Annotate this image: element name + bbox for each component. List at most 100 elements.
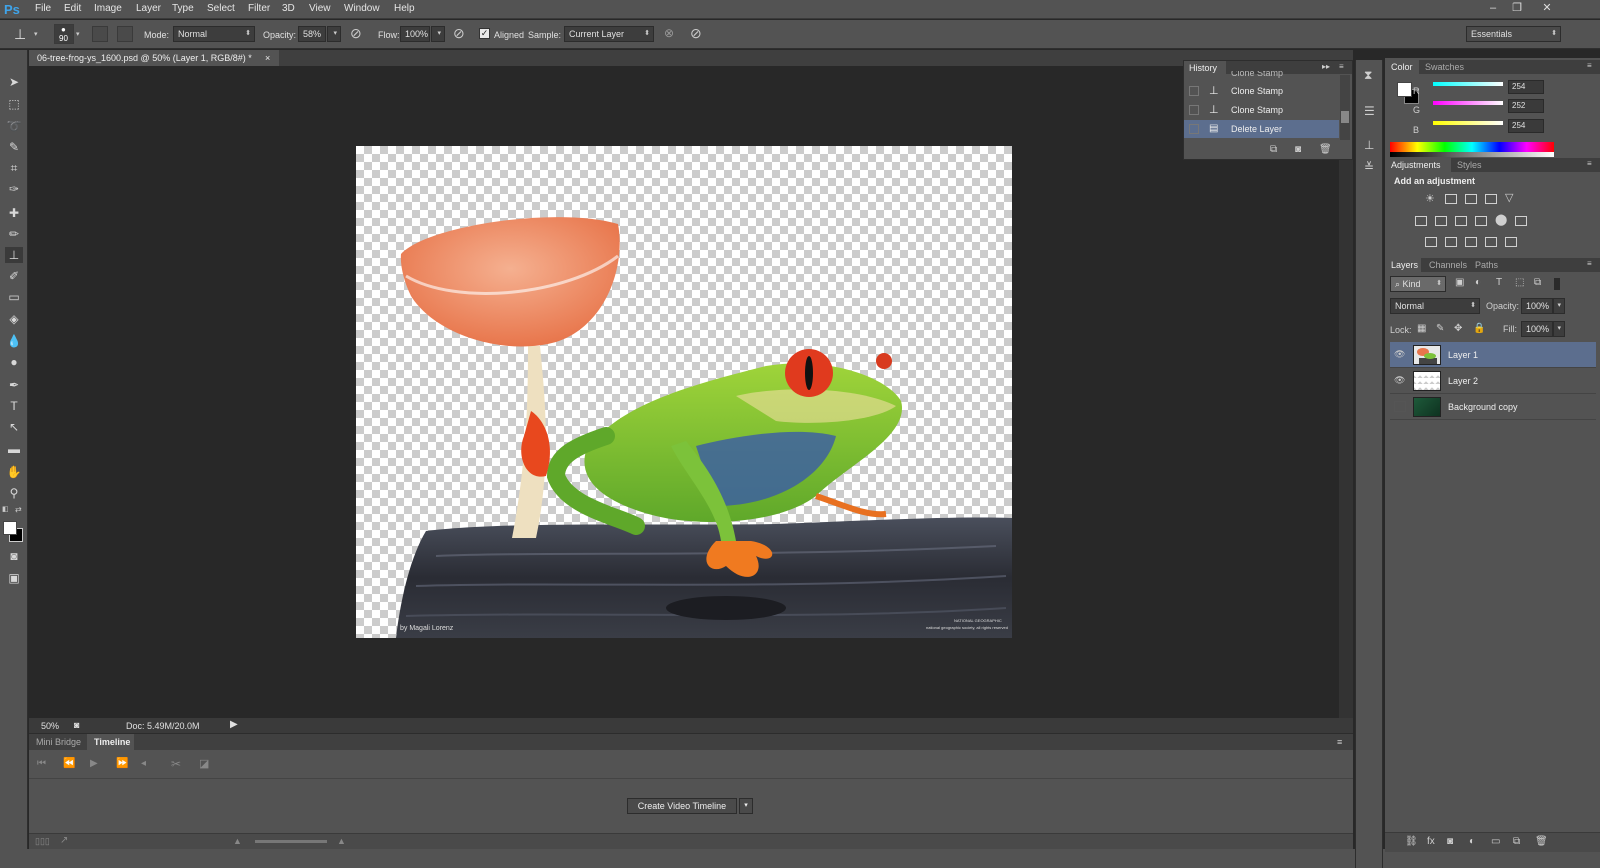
tab-mini-bridge[interactable]: Mini Bridge	[36, 737, 81, 747]
clone-stamp-tool-icon[interactable]: ⊥	[5, 247, 23, 263]
status-menu-arrow-icon[interactable]: ▶	[230, 719, 238, 730]
history-scrollbar[interactable]	[1340, 75, 1350, 140]
tab-adjustments[interactable]: Adjustments	[1391, 160, 1441, 170]
document-canvas[interactable]: by Magali Lorenz NATIONAL GEOGRAPHIC nat…	[356, 146, 1012, 638]
foreground-color-swatch[interactable]	[3, 521, 17, 535]
layer-row-background-copy[interactable]: Background copy	[1390, 394, 1596, 420]
timeline-type-dropdown[interactable]: ▾	[739, 798, 753, 814]
lock-transparent-icon[interactable]: ▦	[1417, 323, 1426, 334]
mode-dropdown[interactable]: Normal ⬍	[173, 26, 255, 42]
menu-3d[interactable]: 3D	[282, 3, 295, 14]
menu-file[interactable]: File	[35, 3, 51, 14]
color-lookup-icon[interactable]	[1515, 216, 1527, 226]
layer-opacity-slider-toggle[interactable]: ▾	[1553, 298, 1565, 314]
visibility-toggle-off[interactable]	[1394, 401, 1406, 412]
brightness-contrast-icon[interactable]: ☀	[1425, 192, 1435, 205]
swap-colors-icon[interactable]: ⇄	[15, 505, 22, 514]
hand-tool-icon[interactable]: ✋	[5, 464, 23, 480]
screen-mode-icon[interactable]: ▣	[5, 570, 23, 586]
color-spectrum-bar[interactable]	[1390, 142, 1554, 152]
new-layer-icon[interactable]: ⧉	[1513, 836, 1520, 847]
menu-window[interactable]: Window	[344, 3, 380, 14]
render-video-icon[interactable]: ↗	[60, 835, 68, 846]
black-white-icon[interactable]	[1455, 216, 1467, 226]
channel-b-input[interactable]: 254	[1508, 119, 1544, 133]
minimize-button[interactable]: –	[1482, 1, 1504, 16]
paint-bucket-tool-icon[interactable]: ◈	[5, 311, 23, 327]
blend-mode-dropdown[interactable]: Normal ⬍	[1390, 298, 1480, 314]
channel-g-slider[interactable]	[1433, 101, 1503, 105]
new-adjustment-layer-icon[interactable]: ◐	[1469, 836, 1475, 847]
history-brush-source[interactable]	[1189, 105, 1199, 115]
next-frame-icon[interactable]: ⏩	[116, 758, 128, 769]
levels-icon[interactable]	[1445, 194, 1457, 204]
filter-toggle-switch[interactable]	[1554, 278, 1560, 290]
marquee-tool-icon[interactable]: ⬚	[5, 96, 23, 112]
pressure-opacity-icon[interactable]: ⊘	[350, 25, 362, 42]
close-tab-icon[interactable]: ×	[265, 50, 270, 66]
channel-b-slider[interactable]	[1433, 121, 1503, 125]
new-document-from-state-icon[interactable]: ⧉	[1270, 144, 1277, 155]
timeline-zoom-slider[interactable]	[255, 840, 327, 843]
lasso-tool-icon[interactable]: ➰	[5, 118, 23, 134]
history-dock-icon[interactable]: ⧗	[1364, 68, 1372, 83]
tab-swatches[interactable]: Swatches	[1425, 62, 1464, 72]
vibrance-icon[interactable]: ▽	[1505, 191, 1513, 204]
history-brush-source[interactable]	[1189, 124, 1199, 134]
history-item[interactable]: Clone Stamp	[1184, 71, 1339, 79]
healing-brush-tool-icon[interactable]: ✚	[5, 205, 23, 221]
snapshot-camera-icon[interactable]: ◙	[1295, 144, 1301, 155]
eraser-tool-icon[interactable]: ▭	[5, 289, 23, 305]
history-brush-source[interactable]	[1189, 86, 1199, 96]
brush-chevron-icon[interactable]: ▾	[76, 30, 80, 38]
clone-source-dock-icon[interactable]: ⊥	[1364, 138, 1374, 152]
scissors-icon[interactable]: ✂	[171, 757, 181, 771]
restore-button[interactable]: ❐	[1506, 1, 1528, 16]
layer-filter-kind-dropdown[interactable]: ⌕ Kind ⬍	[1390, 276, 1446, 292]
menu-edit[interactable]: Edit	[64, 3, 81, 14]
pressure-size-icon[interactable]: ⊘	[690, 25, 702, 42]
layer-row-layer-1[interactable]: 👁 Layer 1	[1390, 342, 1596, 368]
properties-dock-icon[interactable]: ☰	[1364, 104, 1375, 118]
quick-selection-tool-icon[interactable]: ✎	[5, 139, 23, 155]
channel-r-input[interactable]: 254	[1508, 80, 1544, 94]
fill-field[interactable]: 100%	[1521, 321, 1553, 337]
flow-field[interactable]: 100%	[400, 26, 430, 42]
vertical-scrollbar[interactable]	[1339, 66, 1353, 732]
color-balance-icon[interactable]	[1435, 216, 1447, 226]
filter-pixel-icon[interactable]: ▣	[1455, 277, 1464, 288]
tab-channels[interactable]: Channels	[1429, 260, 1467, 270]
menu-view[interactable]: View	[309, 3, 331, 14]
exposure-icon[interactable]	[1485, 194, 1497, 204]
fill-slider-toggle[interactable]: ▾	[1553, 321, 1565, 337]
lock-position-icon[interactable]: ✥	[1454, 323, 1462, 334]
layer-row-layer-2[interactable]: 👁 Layer 2	[1390, 368, 1596, 394]
history-item[interactable]: ⊥ Clone Stamp	[1184, 82, 1339, 100]
layers-panel-menu-icon[interactable]: ≡	[1587, 259, 1592, 268]
previous-frame-icon[interactable]: ⏪	[63, 758, 75, 769]
path-selection-tool-icon[interactable]: ↖	[5, 419, 23, 435]
brush-size-picker[interactable]: ● 90	[54, 24, 74, 44]
filter-shape-icon[interactable]: ⬚	[1515, 277, 1524, 288]
tab-color[interactable]: Color	[1391, 62, 1413, 72]
history-item[interactable]: ⊥ Clone Stamp	[1184, 101, 1339, 119]
filter-adjustment-icon[interactable]: ◐	[1475, 277, 1481, 288]
crop-tool-icon[interactable]: ⌗	[5, 160, 23, 176]
clone-stamp-tool-preset-icon[interactable]: ⊥	[14, 26, 26, 43]
default-colors-icon[interactable]: ◧	[2, 505, 9, 513]
ignore-adjustment-layers-icon[interactable]: ⊗	[664, 26, 674, 40]
gradient-map-icon[interactable]	[1505, 237, 1517, 247]
menu-image[interactable]: Image	[94, 3, 122, 14]
menu-filter[interactable]: Filter	[248, 3, 270, 14]
layer-name[interactable]: Layer 1	[1448, 350, 1478, 360]
menu-help[interactable]: Help	[394, 3, 415, 14]
audio-icon[interactable]: ◂	[141, 758, 146, 769]
menu-layer[interactable]: Layer	[136, 3, 161, 14]
layer-style-fx-icon[interactable]: fx	[1427, 836, 1435, 847]
filter-smart-object-icon[interactable]: ⧉	[1534, 277, 1541, 288]
add-mask-icon[interactable]: ◙	[1447, 836, 1453, 847]
eye-visibility-icon[interactable]: 👁	[1394, 349, 1406, 360]
eye-visibility-icon[interactable]: 👁	[1394, 375, 1406, 386]
create-video-timeline-button[interactable]: Create Video Timeline	[627, 798, 737, 814]
layer-opacity-field[interactable]: 100%	[1521, 298, 1553, 314]
